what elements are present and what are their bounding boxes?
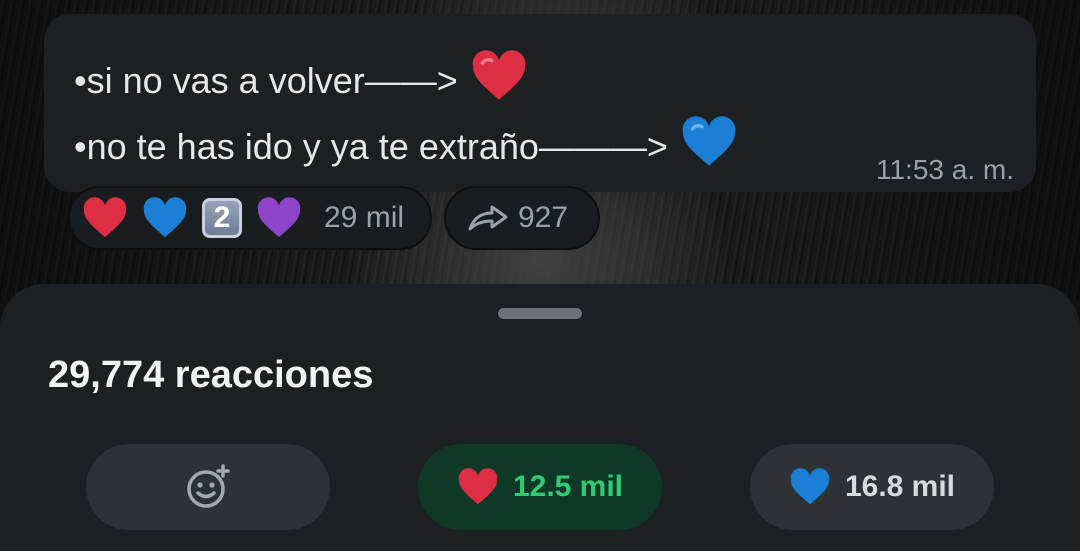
forward-count: 927: [518, 201, 569, 234]
reactions-summary-button[interactable]: 2 29 mil: [68, 186, 432, 250]
forward-icon: [468, 205, 508, 231]
blue-heart-filter-chip[interactable]: 16.8 mil: [750, 444, 994, 530]
add-reaction-icon: [187, 464, 230, 508]
blue-heart-count: 16.8 mil: [844, 470, 956, 503]
red-heart-icon: [470, 50, 528, 111]
blue-heart-icon: [680, 116, 738, 177]
forward-count-button[interactable]: 927: [444, 186, 600, 250]
red-heart-filter-chip[interactable]: 12.5 mil: [418, 444, 662, 530]
sheet-drag-handle[interactable]: [498, 308, 582, 319]
purple-heart-icon: [256, 197, 302, 239]
message-bubble[interactable]: •si no vas a volver——> •no te has ido y …: [44, 14, 1036, 192]
number-badge-icon: 2: [202, 198, 242, 238]
blue-heart-icon: [790, 468, 830, 505]
add-reaction-button[interactable]: [86, 444, 330, 530]
red-heart-icon: [458, 468, 498, 505]
reactions-bottom-sheet: 29,774 reacciones 12.5 mil 16.8 mil: [0, 284, 1080, 551]
red-heart-count: 12.5 mil: [512, 470, 624, 503]
reactions-count: 29 mil: [324, 201, 405, 234]
message-line-2-text: •no te has ido y ya te extraño———>: [74, 125, 668, 167]
sheet-title: 29,774 reacciones: [48, 354, 374, 396]
message-timestamp: 11:53 a. m.: [875, 154, 1014, 185]
blue-heart-icon: [142, 197, 188, 239]
red-heart-icon: [82, 197, 128, 239]
message-line-1: •si no vas a volver——>: [74, 50, 528, 111]
message-line-2: •no te has ido y ya te extraño———>: [74, 116, 738, 177]
message-line-1-text: •si no vas a volver——>: [74, 59, 458, 101]
